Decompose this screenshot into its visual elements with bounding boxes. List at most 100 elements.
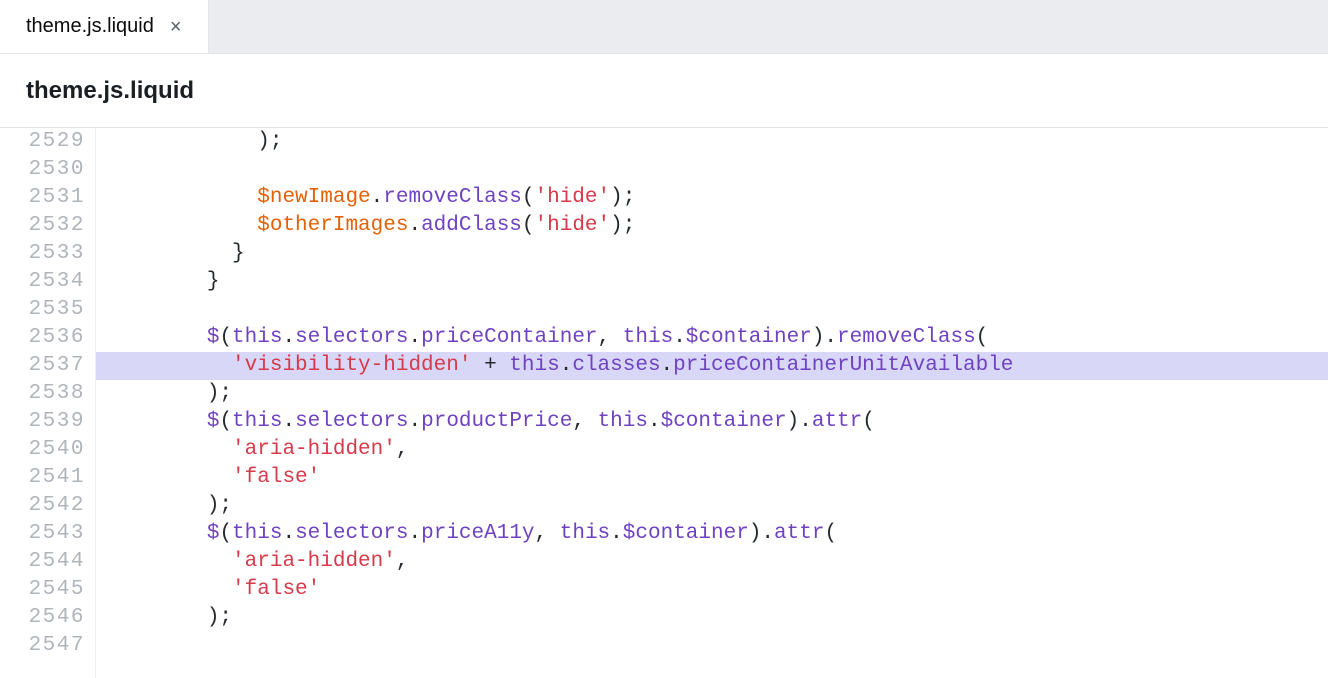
code-token: 'false' [232, 466, 320, 489]
code-token: 'aria-hidden' [232, 438, 396, 461]
code-token: $newImage [257, 186, 370, 209]
code-token: ); [610, 186, 635, 209]
code-token: this [232, 326, 282, 349]
code-line[interactable] [96, 156, 1328, 184]
code-line[interactable]: $newImage.removeClass('hide'); [96, 184, 1328, 212]
code-token [106, 438, 232, 461]
code-token: . [409, 326, 422, 349]
code-token: , [535, 522, 560, 545]
code-token: . [661, 354, 674, 377]
code-token: this [232, 410, 282, 433]
code-token: $container [661, 410, 787, 433]
code-token [106, 186, 257, 209]
code-token: . [371, 186, 384, 209]
code-line[interactable]: $otherImages.addClass('hide'); [96, 212, 1328, 240]
code-token: priceContainerUnitAvailable [673, 354, 1013, 377]
code-token: . [282, 522, 295, 545]
code-token: } [106, 270, 219, 293]
code-line[interactable]: ); [96, 604, 1328, 632]
tab-bar: theme.js.liquid × [0, 0, 1328, 54]
code-token: selectors [295, 522, 408, 545]
code-line[interactable]: $(this.selectors.priceContainer, this.$c… [96, 324, 1328, 352]
code-token: productPrice [421, 410, 572, 433]
line-number: 2541 [0, 464, 85, 492]
line-number: 2530 [0, 156, 85, 184]
line-number: 2542 [0, 492, 85, 520]
code-token: ( [976, 326, 989, 349]
code-editor[interactable]: 2529253025312532253325342535253625372538… [0, 128, 1328, 678]
code-line[interactable]: 'aria-hidden', [96, 548, 1328, 576]
code-token: removeClass [383, 186, 522, 209]
code-token: , [572, 410, 597, 433]
code-token: . [408, 214, 421, 237]
code-token [106, 522, 207, 545]
code-token: ( [219, 326, 232, 349]
code-token: addClass [421, 214, 522, 237]
code-token: ( [862, 410, 875, 433]
code-token [106, 354, 232, 377]
code-token [106, 410, 207, 433]
code-token: ). [812, 326, 837, 349]
line-number: 2547 [0, 632, 85, 660]
code-token: $ [207, 410, 220, 433]
code-line[interactable]: ); [96, 380, 1328, 408]
line-number: 2535 [0, 296, 85, 324]
code-token [106, 214, 257, 237]
line-number: 2545 [0, 576, 85, 604]
line-number: 2539 [0, 408, 85, 436]
code-line[interactable]: 'visibility-hidden' + this.classes.price… [96, 352, 1328, 380]
code-line[interactable]: 'aria-hidden', [96, 436, 1328, 464]
code-token: attr [774, 522, 824, 545]
code-token: ); [106, 382, 232, 405]
code-token: ( [219, 410, 232, 433]
code-line[interactable]: } [96, 268, 1328, 296]
code-line[interactable]: 'false' [96, 464, 1328, 492]
code-token: . [282, 326, 295, 349]
code-token: . [560, 354, 573, 377]
code-token: ( [219, 522, 232, 545]
code-token: $container [686, 326, 812, 349]
code-token [106, 578, 232, 601]
code-token: . [282, 410, 295, 433]
line-number: 2531 [0, 184, 85, 212]
code-line[interactable] [96, 632, 1328, 660]
code-token: $ [207, 326, 220, 349]
code-content[interactable]: ); $newImage.removeClass('hide'); $other… [96, 128, 1328, 678]
code-token: priceA11y [421, 522, 534, 545]
code-token: ); [106, 606, 232, 629]
line-number-gutter: 2529253025312532253325342535253625372538… [0, 128, 96, 678]
code-token: . [673, 326, 686, 349]
code-token: . [409, 410, 422, 433]
code-token: ( [824, 522, 837, 545]
file-title: theme.js.liquid [26, 77, 194, 105]
code-token: removeClass [837, 326, 976, 349]
line-number: 2533 [0, 240, 85, 268]
code-line[interactable]: $(this.selectors.priceA11y, this.$contai… [96, 520, 1328, 548]
line-number: 2543 [0, 520, 85, 548]
code-token: ); [106, 130, 282, 153]
code-token: ( [522, 186, 535, 209]
code-token [106, 326, 207, 349]
code-token: ); [610, 214, 635, 237]
code-token: , [396, 438, 409, 461]
code-line[interactable]: 'false' [96, 576, 1328, 604]
code-line[interactable]: ); [96, 128, 1328, 156]
code-line[interactable] [96, 296, 1328, 324]
line-number: 2537 [0, 352, 85, 380]
line-number: 2546 [0, 604, 85, 632]
code-token: $ [207, 522, 220, 545]
code-line[interactable]: } [96, 240, 1328, 268]
code-token: this [598, 410, 648, 433]
code-token: attr [812, 410, 862, 433]
tab-active[interactable]: theme.js.liquid × [0, 0, 209, 53]
line-number: 2536 [0, 324, 85, 352]
close-icon[interactable]: × [170, 17, 182, 37]
code-line[interactable]: ); [96, 492, 1328, 520]
code-token [106, 466, 232, 489]
code-token: this [232, 522, 282, 545]
code-token: , [396, 550, 409, 573]
code-token: ( [522, 214, 535, 237]
line-number: 2534 [0, 268, 85, 296]
line-number: 2540 [0, 436, 85, 464]
code-line[interactable]: $(this.selectors.productPrice, this.$con… [96, 408, 1328, 436]
